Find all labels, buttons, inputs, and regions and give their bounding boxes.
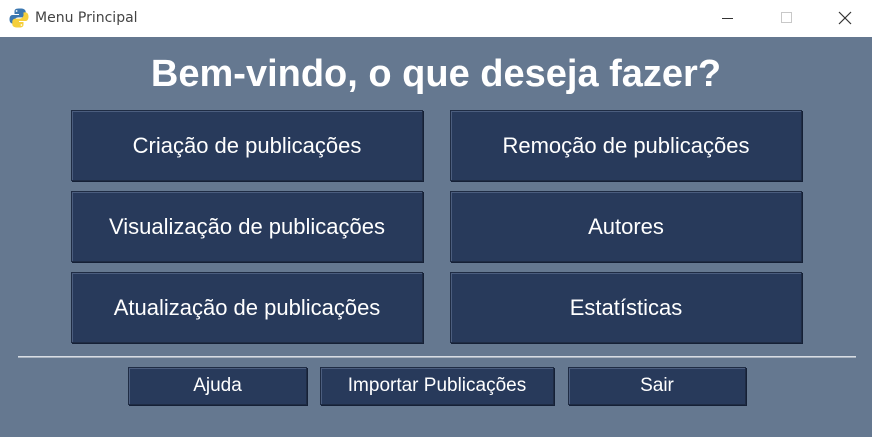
view-publications-button[interactable]: Visualização de publicações — [71, 191, 423, 262]
authors-button[interactable]: Autores — [450, 191, 802, 262]
exit-button[interactable]: Sair — [568, 367, 746, 405]
statistics-button[interactable]: Estatísticas — [450, 272, 802, 343]
minimize-icon — [722, 18, 733, 19]
maximize-button[interactable] — [756, 0, 814, 37]
maximize-icon — [781, 12, 792, 23]
minimize-button[interactable] — [698, 0, 756, 37]
separator — [18, 356, 856, 358]
window-title: Menu Principal — [35, 10, 138, 26]
create-publications-button[interactable]: Criação de publicações — [71, 110, 423, 181]
update-publications-button[interactable]: Atualização de publicações — [71, 272, 423, 343]
python-icon — [8, 7, 30, 29]
close-button[interactable] — [814, 0, 872, 37]
title-bar: Menu Principal — [0, 0, 872, 37]
close-icon — [838, 11, 852, 25]
remove-publications-button[interactable]: Remoção de publicações — [450, 110, 802, 181]
help-button[interactable]: Ajuda — [128, 367, 307, 405]
import-publications-button[interactable]: Importar Publicações — [320, 367, 554, 405]
page-title: Bem-vindo, o que deseja fazer? — [150, 53, 722, 95]
